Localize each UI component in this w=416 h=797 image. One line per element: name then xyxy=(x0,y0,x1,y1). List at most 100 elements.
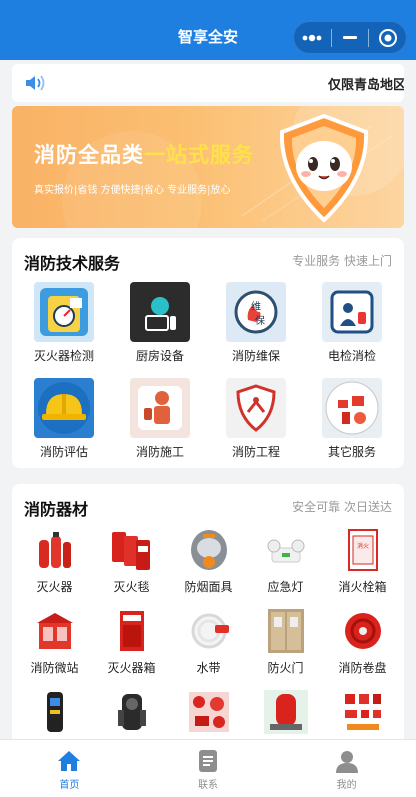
safety-helmet-icon xyxy=(34,378,94,438)
hose-reel-icon xyxy=(339,607,387,655)
page: 智享全安 仅限青岛地区 消防全品类一站式服务 真实报价|省钱 方便快捷|省心 专… xyxy=(0,0,416,797)
extinguisher-box-icon xyxy=(108,607,156,655)
service-label: 消防施工 xyxy=(135,445,184,459)
promo-banner[interactable]: 消防全品类一站式服务 真实报价|省钱 方便快捷|省心 专业服务|放心 xyxy=(12,106,404,228)
equipment-label: 灭火器箱 xyxy=(107,661,156,675)
equipment-subtitle: 安全可靠 次日送达 xyxy=(292,500,392,514)
notice-bar[interactable]: 仅限青岛地区 xyxy=(12,64,404,102)
user-icon xyxy=(335,751,358,773)
equipment-grid: 灭火器 灭火毯 防烟面具 应急灯 消火 消火栓箱 消防微站 灭火器箱 水带 防火… xyxy=(12,526,404,740)
tab-contact-label: 联系 xyxy=(198,780,218,791)
service-label: 消防工程 xyxy=(231,445,280,459)
service-fire-engineering[interactable]: 消防工程 xyxy=(208,378,304,460)
equipment-accessories[interactable] xyxy=(324,688,401,740)
more-button[interactable] xyxy=(294,22,331,53)
equipment-label: 消防卷盘 xyxy=(338,661,387,675)
equipment-hose-reel[interactable]: 消防卷盘 xyxy=(324,607,401,676)
equipment-fire-blanket[interactable]: 灭火毯 xyxy=(93,526,170,595)
service-label: 消防维保 xyxy=(231,349,280,363)
equipment-fire-hose[interactable]: 水带 xyxy=(170,607,247,676)
equipment-fire-door[interactable]: 防火门 xyxy=(247,607,324,676)
tab-home[interactable]: 首页 xyxy=(0,740,139,797)
notice-text: 仅限青岛地区 xyxy=(327,78,404,93)
equipment-extinguisher[interactable]: 灭火器 xyxy=(16,526,93,595)
detector-icon xyxy=(31,688,79,736)
fire-door-icon xyxy=(262,607,310,655)
tab-bar: 首页 联系 我的 xyxy=(0,739,416,797)
close-button[interactable] xyxy=(369,22,406,53)
hydrant-cabinet-icon: 消火 xyxy=(339,526,387,574)
minus-icon xyxy=(343,35,357,39)
equipment-label: 灭火毯 xyxy=(113,580,150,594)
breathing-apparatus-icon xyxy=(108,688,156,736)
pump-set-icon xyxy=(262,688,310,736)
equipment-label: 应急灯 xyxy=(267,580,304,594)
equipment-label: 灭火器 xyxy=(36,580,73,594)
equipment-pipe-fittings[interactable] xyxy=(170,688,247,740)
equipment-hydrant-cabinet[interactable]: 消火 消火栓箱 xyxy=(324,526,401,595)
nav-bar: 智享全安 xyxy=(0,0,416,60)
tab-profile[interactable]: 我的 xyxy=(277,740,416,797)
service-fire-construction[interactable]: 消防施工 xyxy=(112,378,208,460)
fire-blanket-icon xyxy=(108,526,156,574)
equipment-label: 水带 xyxy=(196,661,221,675)
svg-text:维: 维 xyxy=(251,300,261,313)
fire-extinguisher-icon xyxy=(31,526,79,574)
tech-services-card: 消防技术服务 专业服务 快速上门 灭火器检测 厨房设备 维保 消防维保 电检消检… xyxy=(12,238,404,468)
service-other[interactable]: 其它服务 xyxy=(304,378,400,460)
tab-contact[interactable]: 联系 xyxy=(139,740,278,797)
pipe-fittings-icon xyxy=(185,688,233,736)
service-label: 消防评估 xyxy=(39,445,88,459)
tech-services-subtitle: 专业服务 快速上门 xyxy=(292,254,392,268)
service-label: 厨房设备 xyxy=(135,349,184,363)
equipment-mini-station[interactable]: 消防微站 xyxy=(16,607,93,676)
speaker-icon xyxy=(26,75,45,91)
equipment-extinguisher-box[interactable]: 灭火器箱 xyxy=(93,607,170,676)
tech-services-title: 消防技术服务 xyxy=(24,254,121,273)
equipment-pump-set[interactable] xyxy=(247,688,324,740)
document-icon xyxy=(199,750,217,772)
equipment-label: 防火门 xyxy=(267,661,304,675)
home-icon xyxy=(58,751,81,771)
minimize-button[interactable] xyxy=(332,22,369,53)
service-kitchen-equipment[interactable]: 厨房设备 xyxy=(112,282,208,364)
fire-engineering-shield-icon xyxy=(226,378,286,438)
tab-profile-label: 我的 xyxy=(336,780,357,791)
more-dots-icon xyxy=(302,34,322,41)
banner-subtitle: 真实报价|省钱 方便快捷|省心 专业服务|放心 xyxy=(34,185,231,196)
service-label: 电检消检 xyxy=(327,349,376,363)
shield-mascot-icon xyxy=(279,113,369,223)
target-circle-icon xyxy=(378,28,397,47)
emergency-light-icon xyxy=(262,526,310,574)
fire-maintenance-icon: 维保 xyxy=(226,282,286,342)
equipment-detector[interactable] xyxy=(16,688,93,740)
service-label: 灭火器检测 xyxy=(33,349,94,363)
electrical-inspection-icon xyxy=(322,282,382,342)
svg-text:消火: 消火 xyxy=(356,542,368,550)
firefighter-worker-icon xyxy=(130,378,190,438)
equipment-smoke-mask[interactable]: 防烟面具 xyxy=(170,526,247,595)
svg-text:保: 保 xyxy=(255,314,265,327)
other-services-icon xyxy=(322,378,382,438)
service-extinguisher-inspection[interactable]: 灭火器检测 xyxy=(16,282,112,364)
service-electrical-inspection[interactable]: 电检消检 xyxy=(304,282,400,364)
fire-hose-icon xyxy=(185,607,233,655)
equipment-label: 消防微站 xyxy=(30,661,79,675)
equipment-title: 消防器材 xyxy=(24,500,89,519)
equipment-card: 消防器材 安全可靠 次日送达 灭火器 灭火毯 防烟面具 应急灯 消火 消火栓箱 … xyxy=(12,484,404,744)
equipment-label: 防烟面具 xyxy=(184,580,233,594)
kitchen-equipment-icon xyxy=(130,282,190,342)
equipment-emergency-light[interactable]: 应急灯 xyxy=(247,526,324,595)
tab-home-label: 首页 xyxy=(59,780,80,791)
tech-services-grid: 灭火器检测 厨房设备 维保 消防维保 电检消检 消防评估 消防施工 消防工程 其… xyxy=(12,282,404,460)
equipment-header: 消防器材 安全可靠 次日送达 xyxy=(24,496,392,520)
equipment-breathing-apparatus[interactable] xyxy=(93,688,170,740)
extinguisher-gauge-icon xyxy=(34,282,94,342)
service-fire-assessment[interactable]: 消防评估 xyxy=(16,378,112,460)
fire-accessories-icon xyxy=(339,688,387,736)
service-fire-maintenance[interactable]: 维保 消防维保 xyxy=(208,282,304,364)
equipment-label: 消火栓箱 xyxy=(338,580,387,594)
service-label: 其它服务 xyxy=(327,445,376,459)
tech-services-header: 消防技术服务 专业服务 快速上门 xyxy=(24,250,392,274)
banner-title: 消防全品类一站式服务 xyxy=(34,143,254,167)
